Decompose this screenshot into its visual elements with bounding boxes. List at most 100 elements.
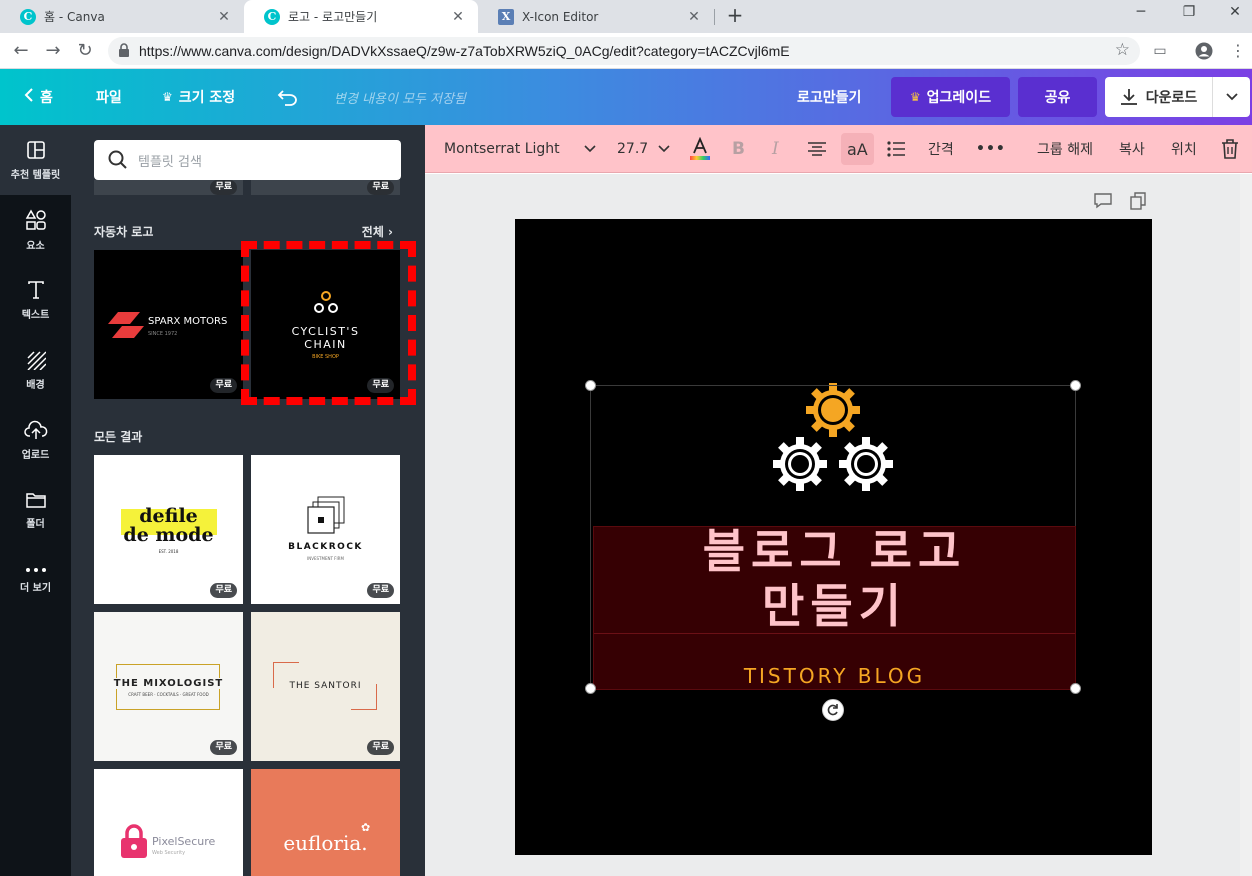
copy-button[interactable]: 복사 [1119,125,1145,173]
align-button[interactable] [808,125,826,173]
undo-icon [277,90,297,106]
rail-item-templates[interactable]: 추천 템플릿 [0,125,71,195]
rail-item-background[interactable]: 배경 [0,335,71,405]
headline-text[interactable]: 블로그 로고 만들기 [593,524,1076,634]
home-button[interactable]: 홈 [24,69,53,125]
resize-handle-top-right[interactable] [1070,380,1081,391]
profile-icon[interactable] [1192,39,1216,63]
close-icon[interactable]: ✕ [686,9,702,25]
selection-highlight [241,241,416,405]
bold-button[interactable]: B [732,125,745,173]
file-menu-button[interactable]: 파일 [96,69,122,125]
download-label: 다운로드 [1145,90,1198,106]
copy-label: 복사 [1119,142,1145,158]
template-search[interactable]: 템플릿 검색 [94,140,401,180]
text-color-icon [690,137,710,160]
template-thumbnail[interactable]: 무료 [251,180,400,195]
template-blackrock[interactable]: BLACKROCK INVESTMENT FIRM 무료 [251,455,400,604]
comment-icon[interactable] [1094,193,1112,209]
headline-line1: 블로그 로고 [702,524,967,578]
duplicate-page-icon[interactable] [1130,192,1146,210]
rail-item-more[interactable]: 더 보기 [0,545,71,615]
template-eufloria[interactable]: eufloria. ✿ [251,769,400,876]
pixelsecure-sub: Web Security [152,850,186,856]
pixelsecure-name: PixelSecure [152,835,216,848]
list-button[interactable] [887,125,905,173]
back-icon[interactable]: ← [9,39,33,63]
close-icon[interactable]: ✕ [450,9,466,25]
font-family-dropdown[interactable]: Montserrat Light [444,125,596,173]
italic-label: I [772,139,779,159]
close-icon[interactable]: ✕ [216,9,232,25]
upgrade-button[interactable]: ♛ 업그레이드 [891,77,1010,117]
template-thumbnail[interactable]: 무료 [94,180,243,195]
rail-item-elements[interactable]: 요소 [0,195,71,265]
more-options-label: ••• [976,141,1006,157]
rail-label: 업로드 [21,449,50,461]
minimize-icon[interactable]: ─ [1130,4,1152,26]
resize-handle-bottom-right[interactable] [1070,683,1081,694]
resize-button[interactable]: ♛ 크기 조정 [162,69,235,125]
browser-tab-xicon[interactable]: X X-Icon Editor ✕ [478,0,714,33]
template-pixelsecure[interactable]: PixelSecure Web Security [94,769,243,876]
design-title[interactable]: 로고만들기 [797,69,861,125]
omnibox[interactable]: https://www.canva.com/design/DADVkXssaeQ… [108,37,1140,65]
canva-icon: C [20,8,36,25]
free-badge: 무료 [210,180,237,195]
template-defile-de-mode[interactable]: defile de mode EST. 2018 무료 [94,455,243,604]
restore-icon[interactable]: ❐ [1178,4,1200,26]
xicon-icon: X [498,8,514,25]
font-size-dropdown[interactable]: 27.7 [617,125,670,173]
resize-handle-top-left[interactable] [585,380,596,391]
delete-button[interactable] [1221,125,1239,173]
more-icon [25,567,46,572]
new-tab-icon[interactable]: + [724,5,746,27]
subline-text[interactable]: TISTORY BLOG [593,664,1076,688]
rail-label: 배경 [26,379,45,391]
bookmark-star-icon[interactable]: ☆ [1115,40,1130,60]
italic-button[interactable]: I [772,125,779,173]
download-button[interactable]: 다운로드 [1105,77,1212,117]
background-icon [26,350,46,370]
text-color-button[interactable] [689,125,711,173]
mixologist-sub: CRAFT BEER · COCKTAILS · GREAT FOOD [128,692,209,697]
letter-case-button[interactable]: aA [841,133,874,165]
undo-button[interactable] [277,69,299,125]
template-the-santori[interactable]: THE SANTORI 무료 [251,612,400,761]
free-badge: 무료 [210,583,237,598]
rail-label: 요소 [26,240,45,252]
browser-menu-icon[interactable]: ⋮ [1226,39,1250,63]
lock-icon [121,824,147,858]
template-sparx-motors[interactable]: SPARX MOTORS SINCE 1972 무료 [94,250,243,399]
defile-line2: de mode [123,524,214,546]
spacing-button[interactable]: 간격 [928,125,954,173]
cast-icon[interactable]: ▭ [1148,39,1172,63]
rail-item-folder[interactable]: 폴더 [0,475,71,545]
vertical-scrollbar[interactable] [1240,174,1252,876]
rotate-handle[interactable] [822,699,844,721]
browser-tab-logo[interactable]: C 로고 - 로고만들기 ✕ [244,0,478,33]
see-all-link[interactable]: 전체 › [362,223,393,240]
blackrock-sub: INVESTMENT FIRM [307,556,344,561]
more-options-button[interactable]: ••• [976,125,1006,173]
bold-label: B [732,139,745,159]
template-the-mixologist[interactable]: THE MIXOLOGIST CRAFT BEER · COCKTAILS · … [94,612,243,761]
browser-tab-strip: C 홈 - Canva ✕ C 로고 - 로고만들기 ✕ X X-Icon Ed… [0,0,1252,33]
download-options-button[interactable] [1212,77,1250,117]
browser-tab-home[interactable]: C 홈 - Canva ✕ [0,0,244,33]
forward-icon[interactable]: → [41,39,65,63]
mixologist-name: THE MIXOLOGIST [94,678,243,689]
rail-item-text[interactable]: 텍스트 [0,265,71,335]
upload-icon [23,420,47,439]
url-text: https://www.canva.com/design/DADVkXssaeQ… [139,43,790,59]
resize-handle-bottom-left[interactable] [585,683,596,694]
ungroup-button[interactable]: 그룹 해제 [1037,125,1093,173]
share-button[interactable]: 공유 [1018,77,1097,117]
rail-item-upload[interactable]: 업로드 [0,405,71,475]
tab-title: 홈 - Canva [44,10,105,24]
window-close-icon[interactable]: ✕ [1224,4,1246,26]
position-button[interactable]: 위치 [1171,125,1197,173]
flower-icon: ✿ [361,821,371,834]
download-icon [1120,89,1137,105]
reload-icon[interactable]: ↻ [73,39,97,63]
